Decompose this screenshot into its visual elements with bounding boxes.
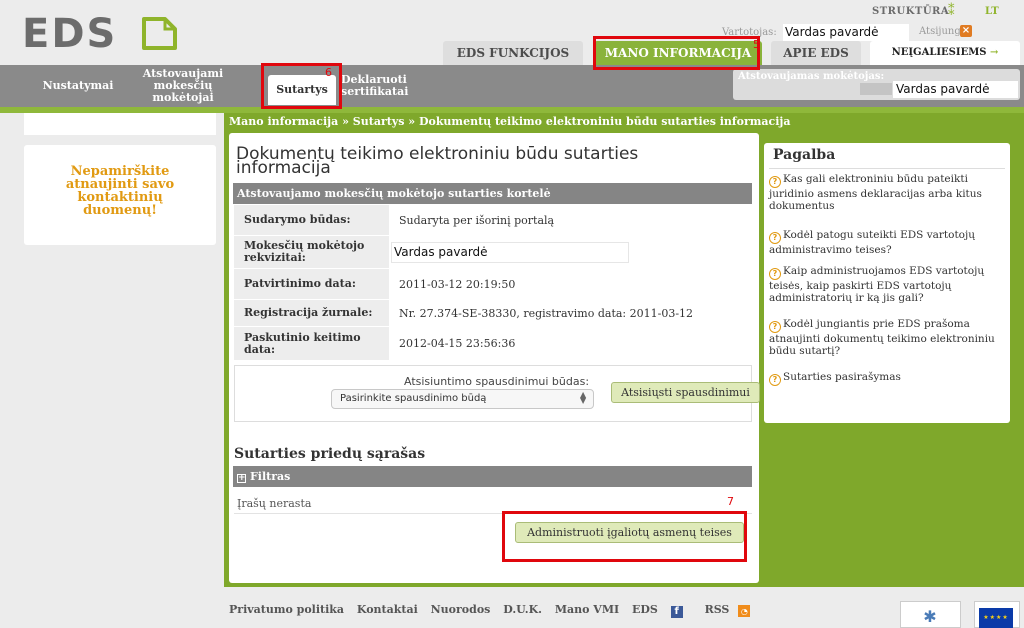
reminder-line: duomenų! xyxy=(83,203,157,218)
help-link[interactable]: ? Kodėl jungiantis prie EDS prašoma atnau… xyxy=(769,318,1009,357)
help-title: Pagalba xyxy=(773,147,836,163)
question-icon: ? xyxy=(769,176,781,188)
row-label: Mokesčių mokėtojo rekvizitai: xyxy=(234,236,389,268)
row-label: Paskutinio keitimo data: xyxy=(234,327,389,360)
page-title: Dokumentų teikimo elektroniniu būdu suta… xyxy=(236,144,639,178)
attachments-title: Sutarties priedų sąrašas xyxy=(234,446,426,462)
represented-payer-name[interactable]: Vardas pavardė xyxy=(893,81,1018,98)
help-link-text: Kodėl patogu suteikti EDS vartotojų admi… xyxy=(769,229,976,256)
sitemap-icon[interactable]: ⁑ xyxy=(948,4,955,19)
subnav-item-atstovaujami[interactable]: Atstovaujami mokesčių mokėtojai xyxy=(124,65,242,107)
help-link-text: Sutarties pasirašymas xyxy=(783,371,901,383)
annotation-box-7 xyxy=(502,511,747,562)
rss-icon[interactable]: ◔ xyxy=(738,605,751,617)
no-records-text: Įrašų nerasta xyxy=(237,497,312,510)
footer-link-eds-facebook[interactable]: EDS f xyxy=(632,603,692,618)
breadcrumb[interactable]: Mano informacija » Sutartys » Dokumentų … xyxy=(229,115,791,128)
help-link-text: Kas gali elektroniniu būdu pateikti juri… xyxy=(769,173,982,212)
footer-link-rss[interactable]: RSS ◔ xyxy=(704,603,760,617)
facebook-icon[interactable]: f xyxy=(670,606,683,618)
tab-apie-eds[interactable]: APIE EDS xyxy=(771,41,861,65)
row-label: Patvirtinimo data: xyxy=(234,269,389,299)
annotation-number: 5 xyxy=(753,38,760,51)
annotation-number: 6 xyxy=(325,66,332,79)
structure-link[interactable]: STRUKTŪRA xyxy=(872,6,949,17)
footer-link-mano-vmi[interactable]: Mano VMI xyxy=(555,603,619,616)
download-print-button[interactable]: Atsisiųsti spausdinimui xyxy=(611,382,760,403)
print-method-label: Atsisiuntimo spausdinimui būdas: xyxy=(404,375,590,388)
footer-link-contacts[interactable]: Kontaktai xyxy=(357,603,418,616)
tab-neigaliesiems[interactable]: NEĮGALIESIEMS → xyxy=(870,41,1020,65)
language-switch[interactable]: LT xyxy=(985,6,999,17)
row-label: Registracija žurnale: xyxy=(234,300,389,326)
filter-label: Filtras xyxy=(250,470,291,483)
footer-links: Privatumo politika Kontaktai Nuorodos D.… xyxy=(229,603,768,618)
represented-payer-code xyxy=(860,83,892,95)
document-logo-icon xyxy=(142,17,177,50)
footer-link-references[interactable]: Nuorodos xyxy=(431,603,491,616)
help-link[interactable]: ? Kodėl patogu suteikti EDS vartotojų adm… xyxy=(769,229,1009,256)
question-icon: ? xyxy=(769,374,781,386)
payer-details-value: Vardas pavardė xyxy=(391,242,629,263)
subnav-item-nustatymai[interactable]: Nustatymai xyxy=(36,65,120,107)
subnav-item-deklaruoti-sertifikatai[interactable]: Deklaruoti sertifikatai xyxy=(341,65,427,107)
left-panel-top xyxy=(24,113,216,135)
row-value: Sudaryta per išorinį portalą xyxy=(399,213,555,227)
help-divider xyxy=(769,168,1005,169)
help-link-text: Kaip administruojamos EDS vartotojų teis… xyxy=(769,265,985,304)
tab-neigaliesiems-label: NEĮGALIESIEMS xyxy=(891,47,987,58)
annotation-box-5 xyxy=(593,36,760,70)
expand-icon[interactable]: + xyxy=(237,474,246,483)
contact-update-reminder[interactable]: Nepamirškite atnaujinti savo kontaktinių… xyxy=(24,145,216,245)
row-value: 2011-03-12 20:19:50 xyxy=(399,277,516,291)
user-name: Vardas pavardė xyxy=(783,24,909,41)
eu-flag-icon[interactable]: ★★★★ xyxy=(979,608,1013,628)
print-method-select[interactable]: Pasirinkite spausdinimo būdą xyxy=(331,389,594,409)
question-icon: ? xyxy=(769,321,781,333)
logout-icon[interactable]: × xyxy=(960,25,972,37)
question-icon: ? xyxy=(769,268,781,280)
help-link[interactable]: ? Kas gali elektroniniu būdu pateikti jur… xyxy=(769,173,1009,212)
vmi-emblem-icon[interactable]: ✱ xyxy=(919,608,941,628)
eds-logo[interactable]: EDS xyxy=(22,14,117,54)
section-header: Atstovaujamo mokesčių mokėtojo sutarties… xyxy=(233,183,752,204)
select-arrows-icon[interactable]: ▲ ▼ xyxy=(580,391,586,405)
footer-link-privacy[interactable]: Privatumo politika xyxy=(229,603,344,616)
annotation-number: 7 xyxy=(727,495,734,508)
represented-payer-label: Atstovaujamas mokėtojas: xyxy=(738,71,885,82)
help-link-text: Kodėl jungiantis prie EDS prašoma atnauj… xyxy=(769,318,995,357)
arrow-right-icon: → xyxy=(989,47,999,58)
help-link[interactable]: ? Kaip administruojamos EDS vartotojų tei… xyxy=(769,265,1009,304)
tab-eds-funkcijos[interactable]: EDS FUNKCIJOS xyxy=(443,41,583,65)
help-link[interactable]: ? Sutarties pasirašymas xyxy=(769,371,1009,386)
row-value: Nr. 27.374-SE-38330, registravimo data: … xyxy=(399,306,694,320)
row-label: Sudarymo būdas: xyxy=(234,205,389,235)
row-value: 2012-04-15 23:56:36 xyxy=(399,337,516,350)
filter-toggle[interactable]: + Filtras xyxy=(233,466,752,487)
question-icon: ? xyxy=(769,232,781,244)
footer-eds-label: EDS xyxy=(632,603,658,616)
footer-link-faq[interactable]: D.U.K. xyxy=(503,603,542,616)
footer-rss-label: RSS xyxy=(704,603,730,616)
